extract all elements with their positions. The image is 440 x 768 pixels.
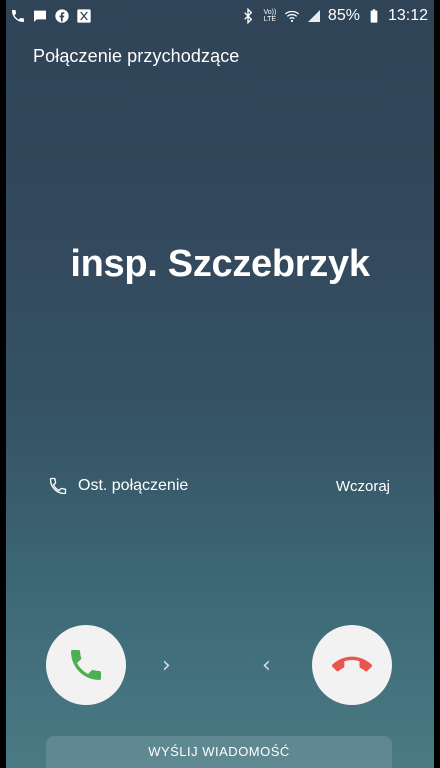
- last-call-row: Ost. połączenie: [48, 476, 188, 496]
- status-time: 13:12: [387, 7, 428, 24]
- volte-icon: Vo)) LTE: [263, 9, 277, 23]
- wifi-icon: [284, 10, 300, 23]
- battery-icon: [370, 9, 378, 23]
- message-icon: [34, 10, 46, 22]
- decline-call-button[interactable]: [312, 625, 392, 705]
- phone-decline-icon: [332, 656, 372, 672]
- send-message-button[interactable]: WYŚLIJ WIADOMOŚĆ: [46, 736, 392, 768]
- bluetooth-icon: [244, 8, 253, 24]
- incoming-call-header: Połączenie przychodzące: [33, 46, 240, 66]
- battery-percent: 85%: [327, 7, 360, 24]
- last-call-label: Ost. połączenie: [78, 477, 189, 494]
- signal-icon: [307, 10, 320, 22]
- phone-accept-icon: [71, 650, 101, 680]
- status-right-icons: Vo)) LTE 85% 13:12: [240, 7, 428, 25]
- phone-icon: [12, 10, 24, 22]
- app-icon: [77, 9, 91, 23]
- caller-name: insp. Szczebrzyk: [70, 243, 370, 285]
- facebook-icon: [55, 9, 69, 23]
- swipe-right-chevron-icon: ›: [162, 653, 171, 678]
- last-call-date: Wczoraj: [335, 478, 390, 495]
- accept-call-button[interactable]: [46, 625, 126, 705]
- swipe-left-chevron-icon: ‹: [262, 653, 271, 678]
- status-left-icons: [10, 8, 92, 24]
- incoming-call-screen: Vo)) LTE 85% 13:12 Połączenie przychodzą…: [6, 0, 434, 768]
- phone-outline-icon: [49, 477, 67, 495]
- status-bar: Vo)) LTE 85% 13:12: [6, 0, 434, 34]
